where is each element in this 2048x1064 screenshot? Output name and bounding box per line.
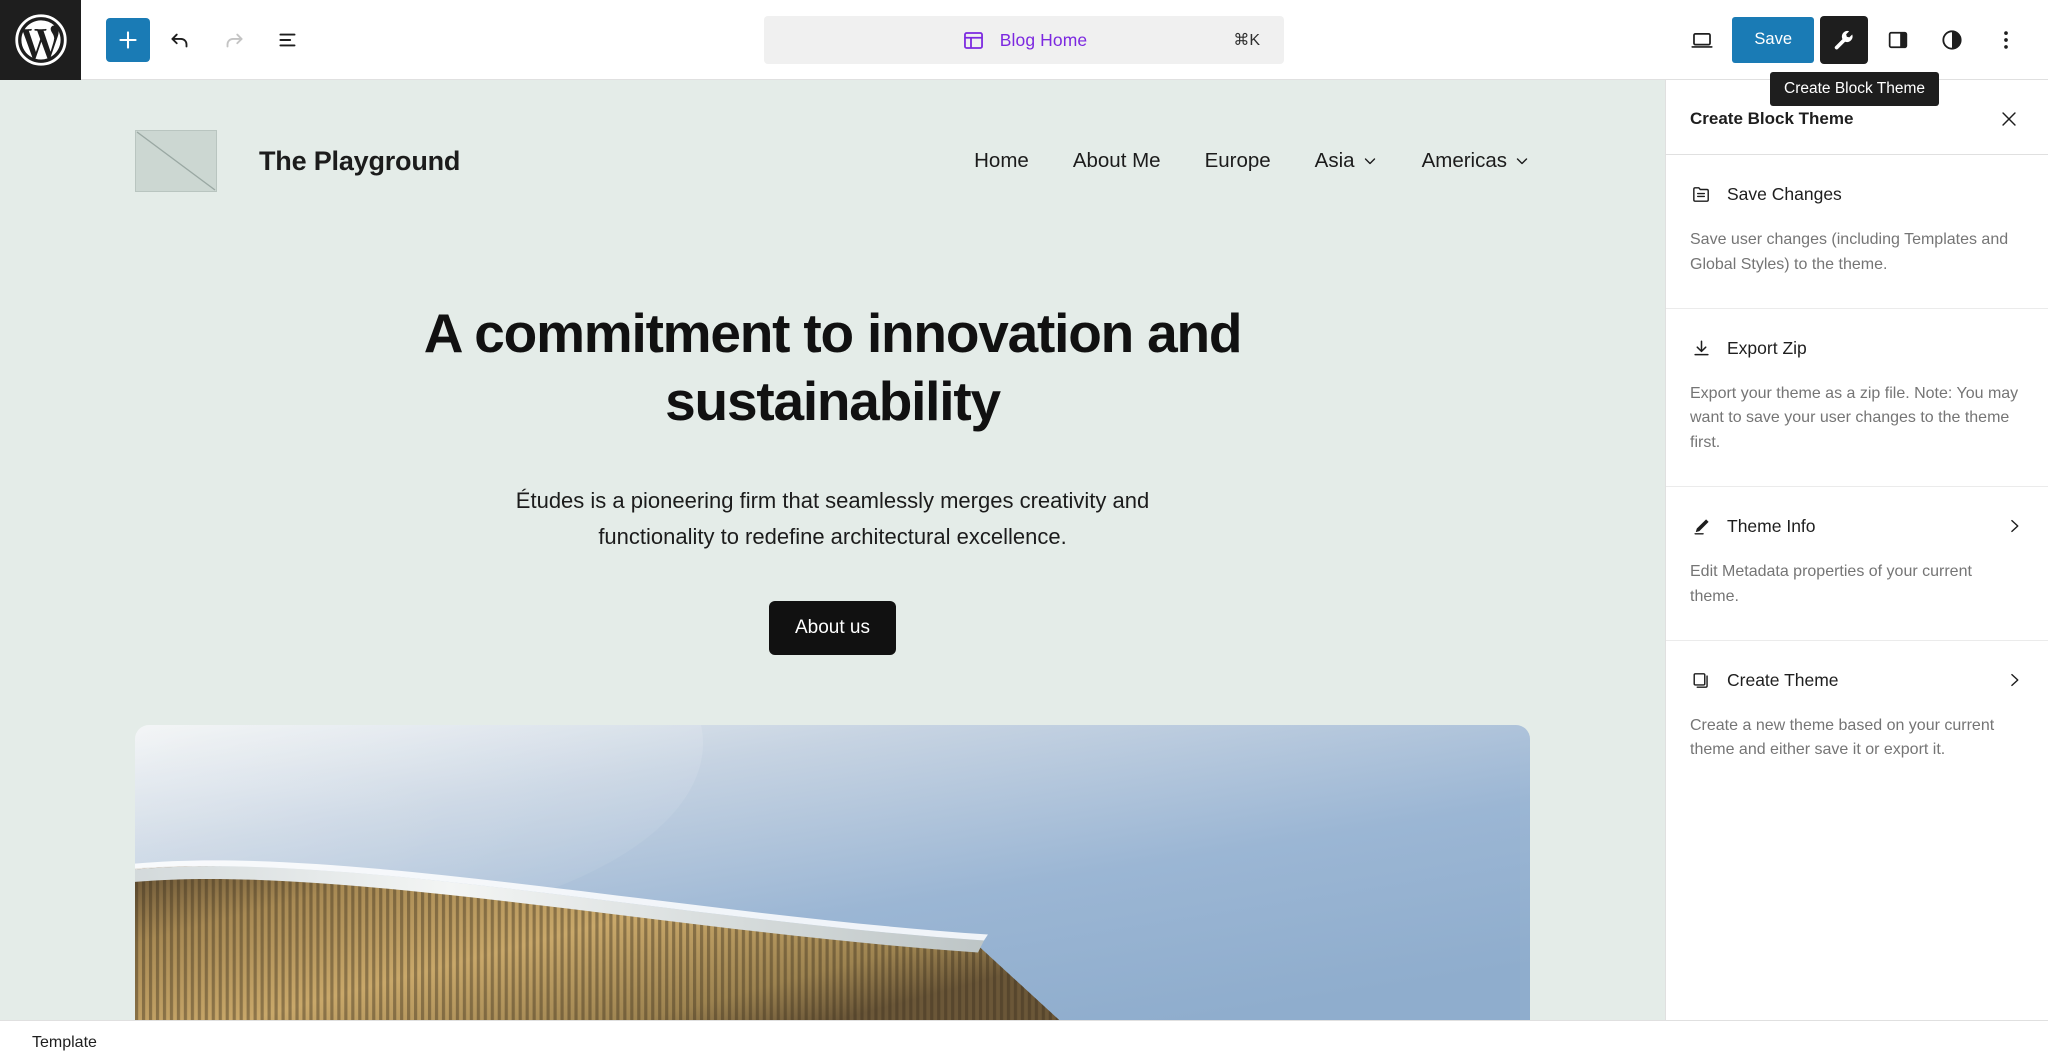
sidebar-section-description: Export your theme as a zip file. Note: Y… <box>1690 384 2019 452</box>
command-bar[interactable]: Blog Home ⌘K <box>764 16 1284 64</box>
create-block-theme-button[interactable] <box>1820 15 1868 64</box>
sidebar-section-description: Create a new theme based on your current… <box>1690 716 1995 759</box>
nav-item-home[interactable]: Home <box>974 149 1029 173</box>
toolbar-left-group <box>81 16 312 64</box>
hero-heading[interactable]: A commitment to innovation and sustainab… <box>383 300 1283 435</box>
command-bar-shortcut: ⌘K <box>1233 32 1260 49</box>
nav-item-label: Asia <box>1314 149 1355 172</box>
hero-paragraph[interactable]: Études is a pioneering firm that seamles… <box>488 483 1178 554</box>
save-button[interactable]: Save <box>1732 16 1814 63</box>
sidebar-section-description: Save user changes (including Templates a… <box>1690 231 2009 273</box>
chevron-down-icon <box>1362 153 1378 169</box>
save-changes-icon <box>1690 183 1713 206</box>
hero-architecture-image[interactable] <box>135 724 1530 1020</box>
nav-item-label: Americas <box>1421 149 1507 172</box>
list-view-button[interactable] <box>264 16 312 64</box>
sidebar-section-create-theme: Create Theme Create a new theme based on… <box>1666 641 2048 794</box>
editor-body: The Playground Home About Me Europe Asia <box>0 80 2048 1020</box>
export-zip-row[interactable]: Export Zip <box>1690 337 2024 360</box>
site-navigation: Home About Me Europe Asia Americas <box>974 149 1530 173</box>
pencil-edit-icon <box>1690 515 1713 538</box>
editor-status-bar: Template <box>0 1020 2048 1064</box>
template-icon <box>961 28 986 53</box>
sidebar-section-label: Save Changes <box>1727 184 1842 204</box>
sidebar-section-save-changes: Save Changes Save user changes (includin… <box>1666 155 2048 309</box>
site-preview: The Playground Home About Me Europe Asia <box>0 80 1665 1020</box>
sidebar-section-label: Export Zip <box>1727 337 1807 358</box>
create-block-theme-tooltip: Create Block Theme <box>1770 72 1939 106</box>
save-changes-row[interactable]: Save Changes <box>1690 183 2024 206</box>
nav-item-europe[interactable]: Europe <box>1205 149 1271 173</box>
options-menu-button[interactable] <box>1982 16 2030 64</box>
chevron-down-icon <box>1514 153 1530 169</box>
document-type-label: Template <box>32 1033 97 1051</box>
sidebar-section-export-zip: Export Zip Export your theme as a zip fi… <box>1666 309 2048 487</box>
theme-info-row[interactable]: Theme Info <box>1690 515 2024 538</box>
sidebar-section-label: Theme Info <box>1727 515 1816 536</box>
sidebar-section-description: Edit Metadata properties of your current… <box>1690 562 1972 605</box>
command-bar-title: Blog Home <box>999 29 1088 50</box>
wordpress-logo-icon[interactable] <box>0 0 81 80</box>
site-header: The Playground Home About Me Europe Asia <box>0 80 1665 192</box>
nav-item-about-me[interactable]: About Me <box>1073 149 1161 173</box>
close-icon[interactable] <box>1992 102 2026 136</box>
nav-item-asia[interactable]: Asia <box>1315 149 1378 173</box>
sidebar-section-label: Create Theme <box>1727 669 1839 690</box>
styles-button[interactable] <box>1928 16 1976 64</box>
create-block-theme-sidebar: Create Block Theme Save Changes Save use… <box>1665 80 2048 1020</box>
editor-toolbar: Blog Home ⌘K Save <box>0 0 2048 80</box>
nav-item-americas[interactable]: Americas <box>1422 149 1530 173</box>
settings-sidebar-button[interactable] <box>1874 16 1922 64</box>
create-theme-row[interactable]: Create Theme <box>1690 669 2024 692</box>
download-icon <box>1690 337 1713 360</box>
chevron-right-icon <box>2004 516 2024 536</box>
nav-item-label: Europe <box>1204 149 1271 172</box>
chevron-right-icon <box>2004 670 2024 690</box>
copy-layers-icon <box>1690 669 1713 692</box>
nav-item-label: Home <box>974 149 1029 172</box>
undo-button[interactable] <box>156 16 204 64</box>
nav-item-label: About Me <box>1072 149 1161 172</box>
redo-button[interactable] <box>210 16 258 64</box>
toolbar-right-group: Save <box>1678 15 2048 64</box>
site-title[interactable]: The Playground <box>259 146 460 177</box>
site-logo-placeholder[interactable] <box>135 130 217 192</box>
sidebar-section-theme-info: Theme Info Edit Metadata properties of y… <box>1666 487 2048 641</box>
editor-canvas[interactable]: The Playground Home About Me Europe Asia <box>0 80 1665 1020</box>
editor-app: Blog Home ⌘K Save Create Block Theme The… <box>0 0 2048 1064</box>
sidebar-sections: Save Changes Save user changes (includin… <box>1666 155 2048 793</box>
desktop-view-button[interactable] <box>1678 16 1726 64</box>
sidebar-title: Create Block Theme <box>1690 109 1854 128</box>
add-block-button[interactable] <box>106 17 150 62</box>
hero-section: A commitment to innovation and sustainab… <box>0 192 1665 655</box>
about-us-button[interactable]: About us <box>769 600 896 655</box>
